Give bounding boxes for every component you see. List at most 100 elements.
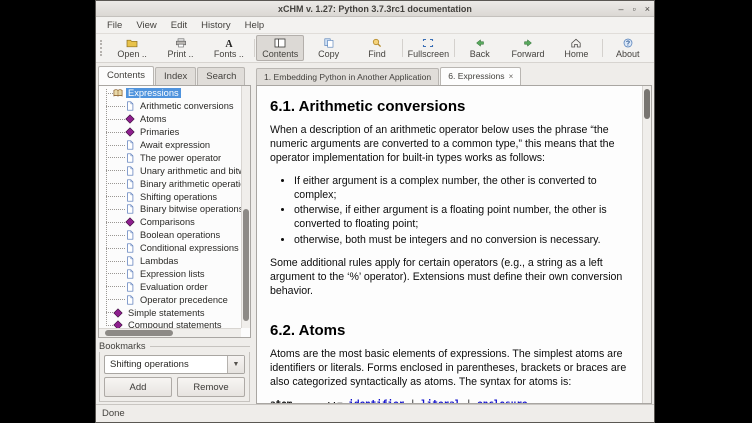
tree-connector [106,106,125,107]
menu-view[interactable]: View [129,17,163,34]
bookmarks-combobox[interactable]: Shifting operations ▼ [104,355,245,374]
tree-item-the-power-operator[interactable]: The power operator [99,151,241,164]
chevron-down-icon[interactable]: ▼ [227,356,244,373]
bookmarks-panel: Bookmarks Shifting operations ▼ Add Remo… [98,338,251,404]
toolbar-button-label: About [616,49,640,59]
toolbar-drag-handle[interactable] [100,40,105,56]
toolbar-separator [454,39,455,57]
content-pane: 1. Embedding Python in Another Applicati… [253,63,654,404]
grammar-link-identifier[interactable]: identifier [348,399,404,403]
toolbar-button-back[interactable]: Back [456,35,504,61]
tree-item-expressions[interactable]: Expressions [99,87,241,100]
document-vertical-scrollbar[interactable] [642,86,651,403]
tree-item-atoms[interactable]: Atoms [99,113,241,126]
toolbar-button-label: Fonts .. [214,49,244,59]
contents-panel-icon [274,37,286,48]
window-title: xCHM v. 1.27: Python 3.7.3rc1 documentat… [96,4,654,14]
menu-edit[interactable]: Edit [164,17,194,34]
tree-item-comparisons[interactable]: Comparisons [99,216,241,229]
tree-connector [106,209,125,210]
grammar-line: atom ::= identifier | literal | enclosur… [270,399,630,403]
fonts-icon: A [223,37,235,48]
tree-item-lambdas[interactable]: Lambdas [99,255,241,268]
toolbar-button-find[interactable]: Find [353,35,401,61]
tree-item-label: Compound statements [126,320,224,328]
sidebar-tab-index[interactable]: Index [155,67,196,85]
titlebar[interactable]: xCHM v. 1.27: Python 3.7.3rc1 documentat… [96,1,654,17]
tree-item-boolean-operations[interactable]: Boolean operations [99,229,241,242]
tree-item-await-expression[interactable]: Await expression [99,139,241,152]
tree-connector [106,132,125,133]
tree-item-label: Atoms [138,114,168,124]
tree-connector [106,157,125,158]
bookmarks-combobox-value: Shifting operations [105,359,227,370]
section-62-intro: Atoms are the most basic elements of exp… [270,348,630,390]
maximize-icon[interactable]: ▫ [633,1,636,17]
toolbar-button-copy[interactable]: Copy [304,35,352,61]
grammar-link-literal[interactable]: literal [421,399,460,403]
tree-item-evaluation-order[interactable]: Evaluation order [99,280,241,293]
toolbar-button-fonts[interactable]: AFonts .. [205,35,253,61]
tree-vscroll-thumb[interactable] [243,209,249,320]
minimize-icon[interactable]: – [619,1,624,17]
section-heading-61: 6.1. Arithmetic conversions [270,98,630,115]
document-body: 6.1. Arithmetic conversions When a descr… [256,85,652,404]
bookmark-add-button[interactable]: Add [104,377,172,397]
tree-item-compound-statements[interactable]: Compound statements [99,319,241,328]
bullet-item: If either argument is a complex number, … [294,175,630,203]
menu-file[interactable]: File [100,17,129,34]
document-tab-1-embedding-python-in-another-application[interactable]: 1. Embedding Python in Another Applicati… [256,68,439,85]
tree-connector [106,93,113,94]
menu-history[interactable]: History [194,17,238,34]
tree-vertical-scrollbar[interactable] [241,86,250,328]
tree-item-simple-statements[interactable]: Simple statements [99,306,241,319]
tree-item-shifting-operations[interactable]: Shifting operations [99,190,241,203]
tree-connector [106,235,125,236]
toolbar-button-about[interactable]: ?About [604,35,652,61]
tree-item-label: Evaluation order [138,282,210,292]
document-vscroll-thumb[interactable] [644,89,650,119]
tree-item-unary-arithmetic-and-bitwis[interactable]: Unary arithmetic and bitwis [99,164,241,177]
status-text: Done [102,408,125,419]
diamond-icon [113,320,123,328]
tree-item-operator-precedence[interactable]: Operator precedence [99,293,241,306]
page-icon [125,230,135,240]
tree-item-binary-arithmetic-operation[interactable]: Binary arithmetic operation [99,177,241,190]
grammar-link-enclosure[interactable]: enclosure [477,399,527,403]
toolbar-button-open[interactable]: Open .. [108,35,156,61]
tree-item-conditional-expressions[interactable]: Conditional expressions [99,242,241,255]
bookmark-remove-button[interactable]: Remove [177,377,245,397]
tree-item-expression-lists[interactable]: Expression lists [99,267,241,280]
tree-horizontal-scrollbar[interactable] [99,328,241,337]
tree-item-primaries[interactable]: Primaries [99,126,241,139]
sidebar-tab-contents[interactable]: Contents [98,66,154,85]
tree-item-arithmetic-conversions[interactable]: Arithmetic conversions [99,100,241,113]
tree-item-label: Operator precedence [138,295,230,305]
find-icon [371,37,383,48]
sidebar-tab-search[interactable]: Search [197,67,245,85]
svg-text:A: A [225,39,233,48]
diamond-icon [125,127,135,137]
close-icon[interactable]: × [645,1,650,17]
page-icon [125,192,135,202]
toolbar-button-forward[interactable]: Forward [504,35,552,61]
about-icon: ? [622,37,634,48]
toolbar-button-label: Open .. [117,49,147,59]
document-tab-6-expressions[interactable]: 6. Expressions× [440,67,521,85]
toolbar-button-print[interactable]: Print .. [156,35,204,61]
tree-item-label: Boolean operations [138,230,222,240]
toolbar: Open ..Print ..AFonts ..ContentsCopyFind… [96,34,654,63]
toolbar-button-fullscreen[interactable]: Fullscreen [404,35,452,61]
tree-item-label: Shifting operations [138,192,219,202]
tree-hscroll-thumb[interactable] [105,330,173,336]
tree-connector [106,299,125,300]
toolbar-button-contents[interactable]: Contents [256,35,304,61]
tree-item-binary-bitwise-operations[interactable]: Binary bitwise operations [99,203,241,216]
toolbar-button-home[interactable]: Home [552,35,600,61]
screen: xCHM v. 1.27: Python 3.7.3rc1 documentat… [0,0,752,423]
fullscreen-icon [422,37,434,48]
menu-help[interactable]: Help [238,17,272,34]
section-61-outro: Some additional rules apply for certain … [270,257,630,299]
toolbar-separator [254,39,255,57]
tab-close-icon[interactable]: × [509,72,514,81]
